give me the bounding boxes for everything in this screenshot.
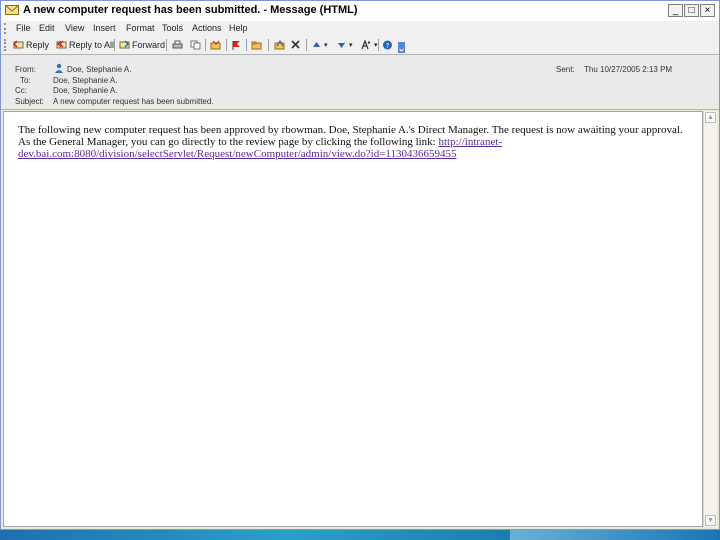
sent-value: Thu 10/27/2005 2:13 PM	[584, 65, 673, 74]
open-folder-icon	[274, 40, 285, 50]
menu-tools[interactable]: Tools	[162, 23, 183, 33]
toolbar-separator	[114, 39, 115, 51]
reply-all-label: Reply to All	[69, 40, 115, 50]
toolbar-options-icon	[398, 41, 405, 53]
to-value[interactable]: Doe, Stephanie A.	[53, 76, 118, 85]
title-bar[interactable]: A new computer request has been submitte…	[1, 1, 719, 22]
previous-item-button[interactable]: ▾	[311, 38, 328, 52]
from-value[interactable]: Doe, Stephanie A.	[67, 65, 132, 74]
font-size-icon	[361, 40, 371, 50]
font-size-button[interactable]: ▾	[361, 38, 378, 52]
toolbar-separator	[268, 39, 269, 51]
message-text: The following new computer request has b…	[18, 124, 694, 160]
up-arrow-icon	[313, 42, 320, 47]
toolbar-separator	[205, 39, 206, 51]
chevron-down-icon[interactable]: ▾	[374, 41, 378, 49]
toolbar-separator	[246, 39, 247, 51]
forward-label: Forward	[132, 40, 166, 50]
toolbar-grip-handle[interactable]	[4, 39, 9, 51]
message-paragraph: The following new computer request has b…	[18, 124, 683, 148]
help-button[interactable]: ?	[382, 38, 393, 52]
delete-button[interactable]	[290, 38, 301, 52]
open-folder-button[interactable]	[251, 38, 262, 52]
menu-format[interactable]: Format	[126, 23, 155, 33]
menu-view[interactable]: View	[65, 23, 84, 33]
reply-button[interactable]: Reply	[13, 38, 49, 52]
standard-toolbar: Reply Reply to All Forward ▾ ▾ ▾ ?	[1, 36, 719, 55]
contact-icon	[55, 63, 63, 73]
cc-value[interactable]: Doe, Stephanie A.	[53, 86, 118, 95]
taskbar	[0, 530, 720, 540]
menu-insert[interactable]: Insert	[93, 23, 116, 33]
close-button[interactable]: ×	[700, 4, 715, 17]
menu-actions[interactable]: Actions	[192, 23, 222, 33]
cc-label: Cc:	[15, 86, 27, 95]
next-item-button[interactable]: ▾	[336, 38, 353, 52]
flag-icon	[232, 41, 240, 50]
forward-icon	[119, 40, 130, 49]
from-label: From:	[15, 65, 36, 74]
menu-file[interactable]: File	[16, 23, 31, 33]
reply-all-button[interactable]: Reply to All	[56, 38, 114, 52]
message-window: A new computer request has been submitte…	[0, 0, 720, 530]
chevron-down-icon[interactable]: ▾	[349, 41, 353, 49]
svg-text:?: ?	[386, 42, 390, 50]
toolbar-separator	[226, 39, 227, 51]
copy-button[interactable]	[190, 38, 201, 52]
move-to-folder-button[interactable]	[210, 38, 221, 52]
toolbar-separator	[166, 39, 167, 51]
delete-x-icon	[291, 40, 300, 49]
chevron-down-icon[interactable]: ▾	[324, 41, 328, 49]
to-label: To:	[20, 76, 31, 85]
scroll-up-arrow-icon[interactable]: ▲	[705, 112, 716, 123]
vertical-scrollbar[interactable]: ▲ ▼	[703, 111, 717, 527]
follow-up-flag-button[interactable]	[231, 38, 242, 52]
move-to-folder-icon	[210, 40, 221, 50]
envelope-icon	[5, 5, 19, 15]
subject-label: Subject:	[15, 97, 44, 106]
menu-help[interactable]: Help	[229, 23, 248, 33]
help-icon: ?	[383, 40, 392, 50]
scroll-down-arrow-icon[interactable]: ▼	[705, 515, 716, 526]
subject-value: A new computer request has been submitte…	[53, 97, 214, 106]
maximize-button[interactable]: □	[684, 4, 699, 17]
message-header: From: Doe, Stephanie A. To: Doe, Stephan…	[1, 55, 719, 110]
reply-icon	[13, 40, 24, 49]
menu-grip-handle[interactable]	[4, 23, 9, 34]
toolbar-options-button[interactable]	[398, 40, 405, 54]
copy-icon	[190, 40, 201, 50]
printer-icon	[172, 40, 183, 49]
print-button[interactable]	[172, 38, 183, 52]
message-body[interactable]: The following new computer request has b…	[3, 111, 703, 527]
sent-label: Sent:	[556, 65, 575, 74]
down-arrow-icon	[338, 43, 345, 48]
toolbar-separator	[378, 39, 379, 51]
folder-icon	[251, 41, 262, 50]
open-item-button[interactable]	[274, 38, 285, 52]
toolbar-separator	[306, 39, 307, 51]
menu-edit[interactable]: Edit	[39, 23, 55, 33]
taskbar-tray	[510, 530, 720, 540]
reply-label: Reply	[26, 40, 50, 50]
window-title: A new computer request has been submitte…	[23, 4, 358, 16]
reply-all-icon	[56, 40, 67, 49]
minimize-button[interactable]: _	[668, 4, 683, 17]
forward-button[interactable]: Forward	[119, 38, 165, 52]
menu-bar: File Edit View Insert Format Tools Actio…	[1, 21, 719, 37]
